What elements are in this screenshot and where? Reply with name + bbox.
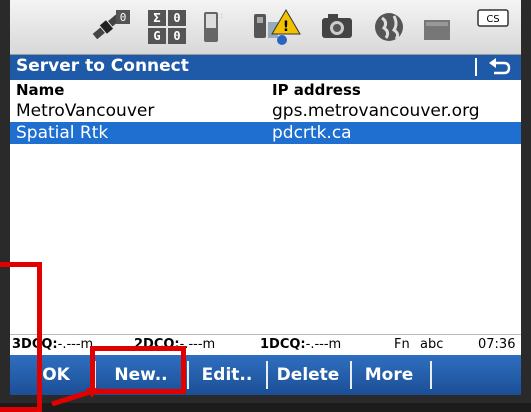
server-table: Name IP address MetroVancouver gps.metro… [10, 80, 521, 144]
edit-button[interactable]: Edit.. [190, 355, 264, 395]
memory-icon[interactable] [422, 8, 452, 46]
table-row[interactable]: MetroVancouver gps.metrovancouver.org [10, 100, 521, 122]
column-header-ip[interactable]: IP address [272, 81, 361, 99]
annotation-box-left [0, 262, 42, 412]
connection-warning-icon[interactable]: ! [252, 8, 302, 46]
title-separator [475, 58, 477, 76]
screen: 0 Σ 0 G 0 ⚡ ! [10, 0, 521, 395]
cs-card-label: CS [486, 14, 499, 25]
table-row-selected[interactable]: Spatial Rtk pdcrtk.ca [10, 122, 521, 144]
satellite-icon[interactable]: 0 [88, 8, 130, 46]
fn-indicator: Fn [394, 337, 410, 352]
satellites-count: 0 [120, 11, 127, 24]
server-name: Spatial Rtk [16, 123, 109, 143]
server-name: MetroVancouver [16, 101, 155, 121]
pos-cell: Σ [148, 10, 166, 26]
annotation-box-new [90, 346, 186, 394]
page-title: Server to Connect [16, 56, 189, 76]
clock: 07:36 [478, 337, 516, 352]
camera-icon[interactable] [320, 8, 354, 46]
svg-text:!: ! [283, 19, 289, 35]
coordinate-quality-line: 3DCQ:-.---m 2DCQ:-.---m 1DCQ:-.---m Fn a… [10, 334, 521, 355]
return-arrow-icon[interactable] [486, 57, 512, 77]
annotation-arrow-icon [51, 388, 98, 406]
dcq-1d: 1DCQ:-.---m [260, 337, 342, 352]
globe-icon[interactable] [372, 8, 406, 46]
delete-button[interactable]: Delete [268, 355, 348, 395]
svg-text:⚡: ⚡ [220, 11, 222, 21]
softkey-separator [430, 361, 432, 389]
more-button[interactable]: More [352, 355, 426, 395]
input-mode: abc [420, 337, 444, 352]
pos-cell: G [148, 28, 166, 44]
status-bar: 0 Σ 0 G 0 ⚡ ! [10, 0, 521, 55]
cs-card-icon[interactable]: CS [476, 8, 510, 46]
server-ip: gps.metrovancouver.org [272, 101, 480, 121]
table-header: Name IP address [10, 80, 521, 100]
server-ip: pdcrtk.ca [272, 123, 352, 143]
column-header-name[interactable]: Name [16, 81, 64, 99]
pos-cell: 0 [168, 28, 186, 44]
softkey-separator [187, 361, 189, 389]
device-frame: 0 Σ 0 G 0 ⚡ ! [0, 0, 531, 412]
pos-cell: 0 [168, 10, 186, 26]
battery-icon[interactable]: ⚡ [200, 8, 222, 46]
position-cells-icon[interactable]: Σ 0 G 0 [146, 8, 190, 46]
title-bar: Server to Connect [10, 55, 521, 80]
